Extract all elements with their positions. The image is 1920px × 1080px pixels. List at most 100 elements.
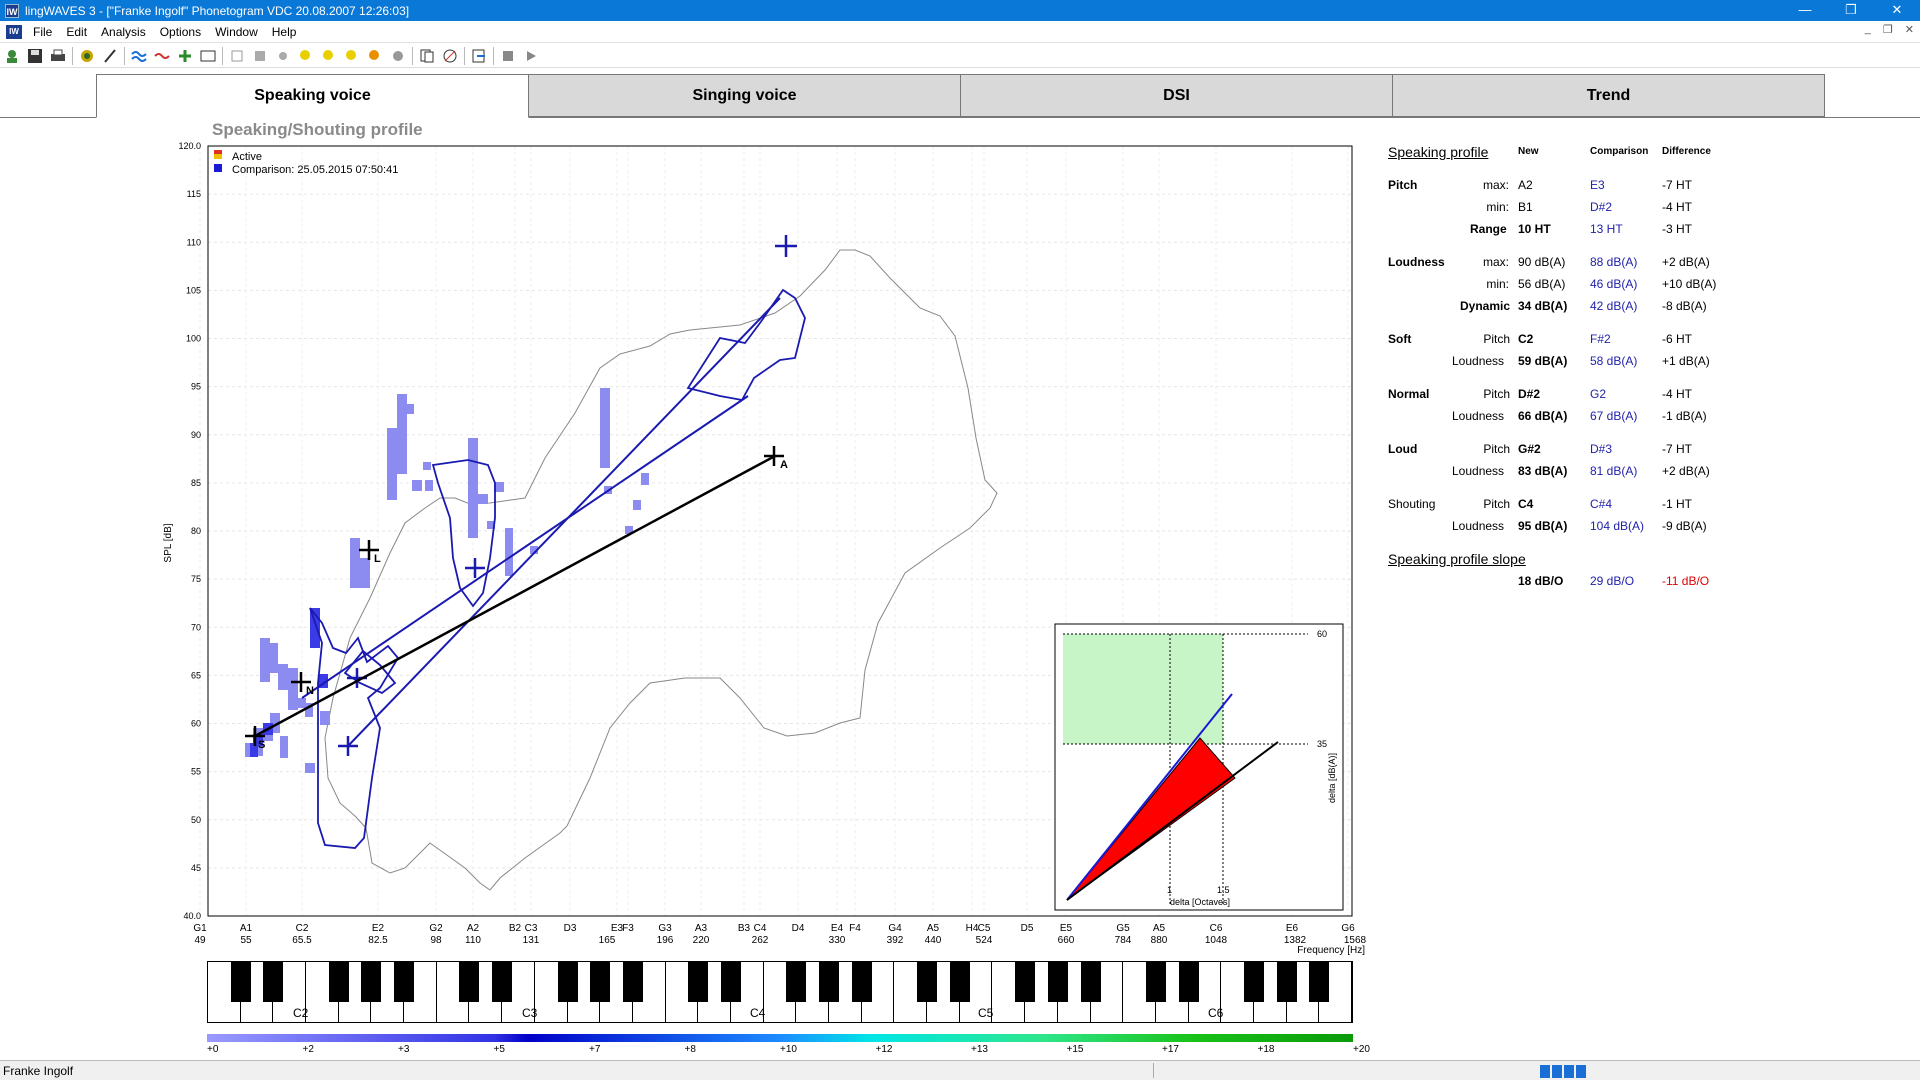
- color-scale-tick: +17: [1162, 1044, 1179, 1055]
- pen-icon[interactable]: [101, 47, 119, 65]
- black-key[interactable]: [720, 962, 741, 1002]
- tab-bar: Speaking voice Singing voice DSI Trend: [0, 74, 1920, 118]
- keyboard-octave-label: C2: [293, 1006, 309, 1020]
- soft-marker-icon[interactable]: [297, 47, 315, 65]
- black-key[interactable]: [1178, 962, 1199, 1002]
- loud-marker-icon[interactable]: [343, 47, 361, 65]
- black-key[interactable]: [328, 962, 349, 1002]
- inset-y-tick-60: 60: [1317, 629, 1327, 639]
- black-key[interactable]: [590, 962, 611, 1002]
- black-key[interactable]: [361, 962, 382, 1002]
- status-bar: Franke Ingolf: [0, 1060, 1920, 1080]
- black-key[interactable]: [459, 962, 480, 1002]
- x-freq-label: 392: [887, 935, 904, 946]
- black-key[interactable]: [819, 962, 840, 1002]
- waves-icon[interactable]: [130, 47, 148, 65]
- black-key[interactable]: [1243, 962, 1264, 1002]
- toolbar-separator: [124, 46, 125, 65]
- profile-new: D#2: [1518, 387, 1541, 401]
- menu-analysis[interactable]: Analysis: [94, 25, 153, 39]
- eraser-icon[interactable]: [153, 47, 171, 65]
- tab-dsi[interactable]: DSI: [960, 74, 1393, 117]
- marker-loud-label: L: [374, 553, 381, 565]
- menu-edit[interactable]: Edit: [59, 25, 94, 39]
- menu-help[interactable]: Help: [265, 25, 304, 39]
- norm-icon[interactable]: [176, 47, 194, 65]
- x-note-label: G4: [888, 923, 902, 934]
- x-note-label: E5: [1060, 923, 1073, 934]
- close-button[interactable]: ✕: [1874, 0, 1920, 21]
- black-key[interactable]: [230, 962, 251, 1002]
- doc-restore-icon[interactable]: ❐: [1883, 23, 1893, 36]
- document-icon[interactable]: IW: [6, 24, 22, 39]
- norm-text-icon[interactable]: [199, 47, 217, 65]
- x-freq-label: 660: [1058, 935, 1075, 946]
- black-key[interactable]: [492, 962, 513, 1002]
- copy-icon[interactable]: [418, 47, 436, 65]
- profile-row: Loudness 83 dB(A) 81 dB(A) +2 dB(A): [1388, 464, 1768, 480]
- y-tick-label: 85: [191, 478, 201, 488]
- shout-marker-icon[interactable]: [366, 47, 384, 65]
- play-icon[interactable]: [522, 47, 540, 65]
- profile-comparison: G2: [1590, 387, 1607, 401]
- tab-singing-voice[interactable]: Singing voice: [528, 74, 961, 117]
- profile-label: max:: [1482, 178, 1509, 192]
- comparison-markers: [338, 235, 797, 756]
- menu-file[interactable]: File: [26, 25, 59, 39]
- compare-icon[interactable]: [441, 47, 459, 65]
- x-freq-label: 330: [829, 935, 846, 946]
- black-key[interactable]: [688, 962, 709, 1002]
- black-key[interactable]: [557, 962, 578, 1002]
- analysis-icon[interactable]: [78, 47, 96, 65]
- normal-marker-icon[interactable]: [320, 47, 338, 65]
- profile-row: Loudness 95 dB(A) 104 dB(A) -9 dB(A): [1388, 519, 1768, 535]
- select-rect-icon[interactable]: [228, 47, 246, 65]
- profile-comparison: 104 dB(A): [1590, 519, 1645, 533]
- slope-comparison: 29 dB/O: [1590, 574, 1635, 588]
- black-key[interactable]: [1309, 962, 1330, 1002]
- circle-icon[interactable]: [274, 47, 292, 65]
- minimize-button[interactable]: —: [1782, 0, 1828, 21]
- menu-window[interactable]: Window: [208, 25, 265, 39]
- black-key[interactable]: [1047, 962, 1068, 1002]
- black-key[interactable]: [949, 962, 970, 1002]
- profile-comparison: 81 dB(A): [1590, 464, 1638, 478]
- select-fill-icon[interactable]: [251, 47, 269, 65]
- patient-icon[interactable]: [3, 47, 21, 65]
- profile-new: 10 HT: [1518, 222, 1551, 236]
- doc-close-icon[interactable]: ✕: [1905, 23, 1914, 36]
- maximize-button[interactable]: ❐: [1828, 0, 1874, 21]
- black-key[interactable]: [786, 962, 807, 1002]
- piano-keyboard[interactable]: C2 C3 C4 C5 C6: [207, 961, 1353, 1023]
- stop-icon[interactable]: [499, 47, 517, 65]
- profile-comparison: 46 dB(A): [1590, 277, 1638, 291]
- profile-comparison: D#2: [1590, 200, 1613, 214]
- profile-row: Soft Pitch C2 F#2 -6 HT: [1388, 332, 1768, 348]
- x-freq-label: 524: [976, 935, 993, 946]
- black-key[interactable]: [1145, 962, 1166, 1002]
- profile-new: 83 dB(A): [1518, 464, 1568, 478]
- export-icon[interactable]: [470, 47, 488, 65]
- black-key[interactable]: [917, 962, 938, 1002]
- black-key[interactable]: [263, 962, 284, 1002]
- color-scale-tick: +20: [1353, 1044, 1370, 1055]
- x-note-label: D5: [1021, 923, 1034, 934]
- inset-y-tick-35: 35: [1317, 739, 1327, 749]
- menu-options[interactable]: Options: [153, 25, 208, 39]
- phonetogram-chart[interactable]: 120.0 115 110 105 100 95 90 85 80 75 70 65 60 55 50 45 4…: [150, 138, 1370, 958]
- black-key[interactable]: [1080, 962, 1101, 1002]
- black-key[interactable]: [622, 962, 643, 1002]
- black-key[interactable]: [1276, 962, 1297, 1002]
- save-icon[interactable]: [26, 47, 44, 65]
- slope-title: Speaking profile slope: [1388, 551, 1526, 567]
- black-key[interactable]: [851, 962, 872, 1002]
- tab-trend[interactable]: Trend: [1392, 74, 1825, 117]
- black-key[interactable]: [1015, 962, 1036, 1002]
- doc-minimize-icon[interactable]: _: [1865, 23, 1871, 36]
- print-icon[interactable]: [49, 47, 67, 65]
- black-key[interactable]: [394, 962, 415, 1002]
- tab-speaking-voice[interactable]: Speaking voice: [96, 74, 529, 118]
- x-note-label: B2: [509, 923, 522, 934]
- gear-marker-icon[interactable]: [389, 47, 407, 65]
- profile-new: G#2: [1518, 442, 1541, 456]
